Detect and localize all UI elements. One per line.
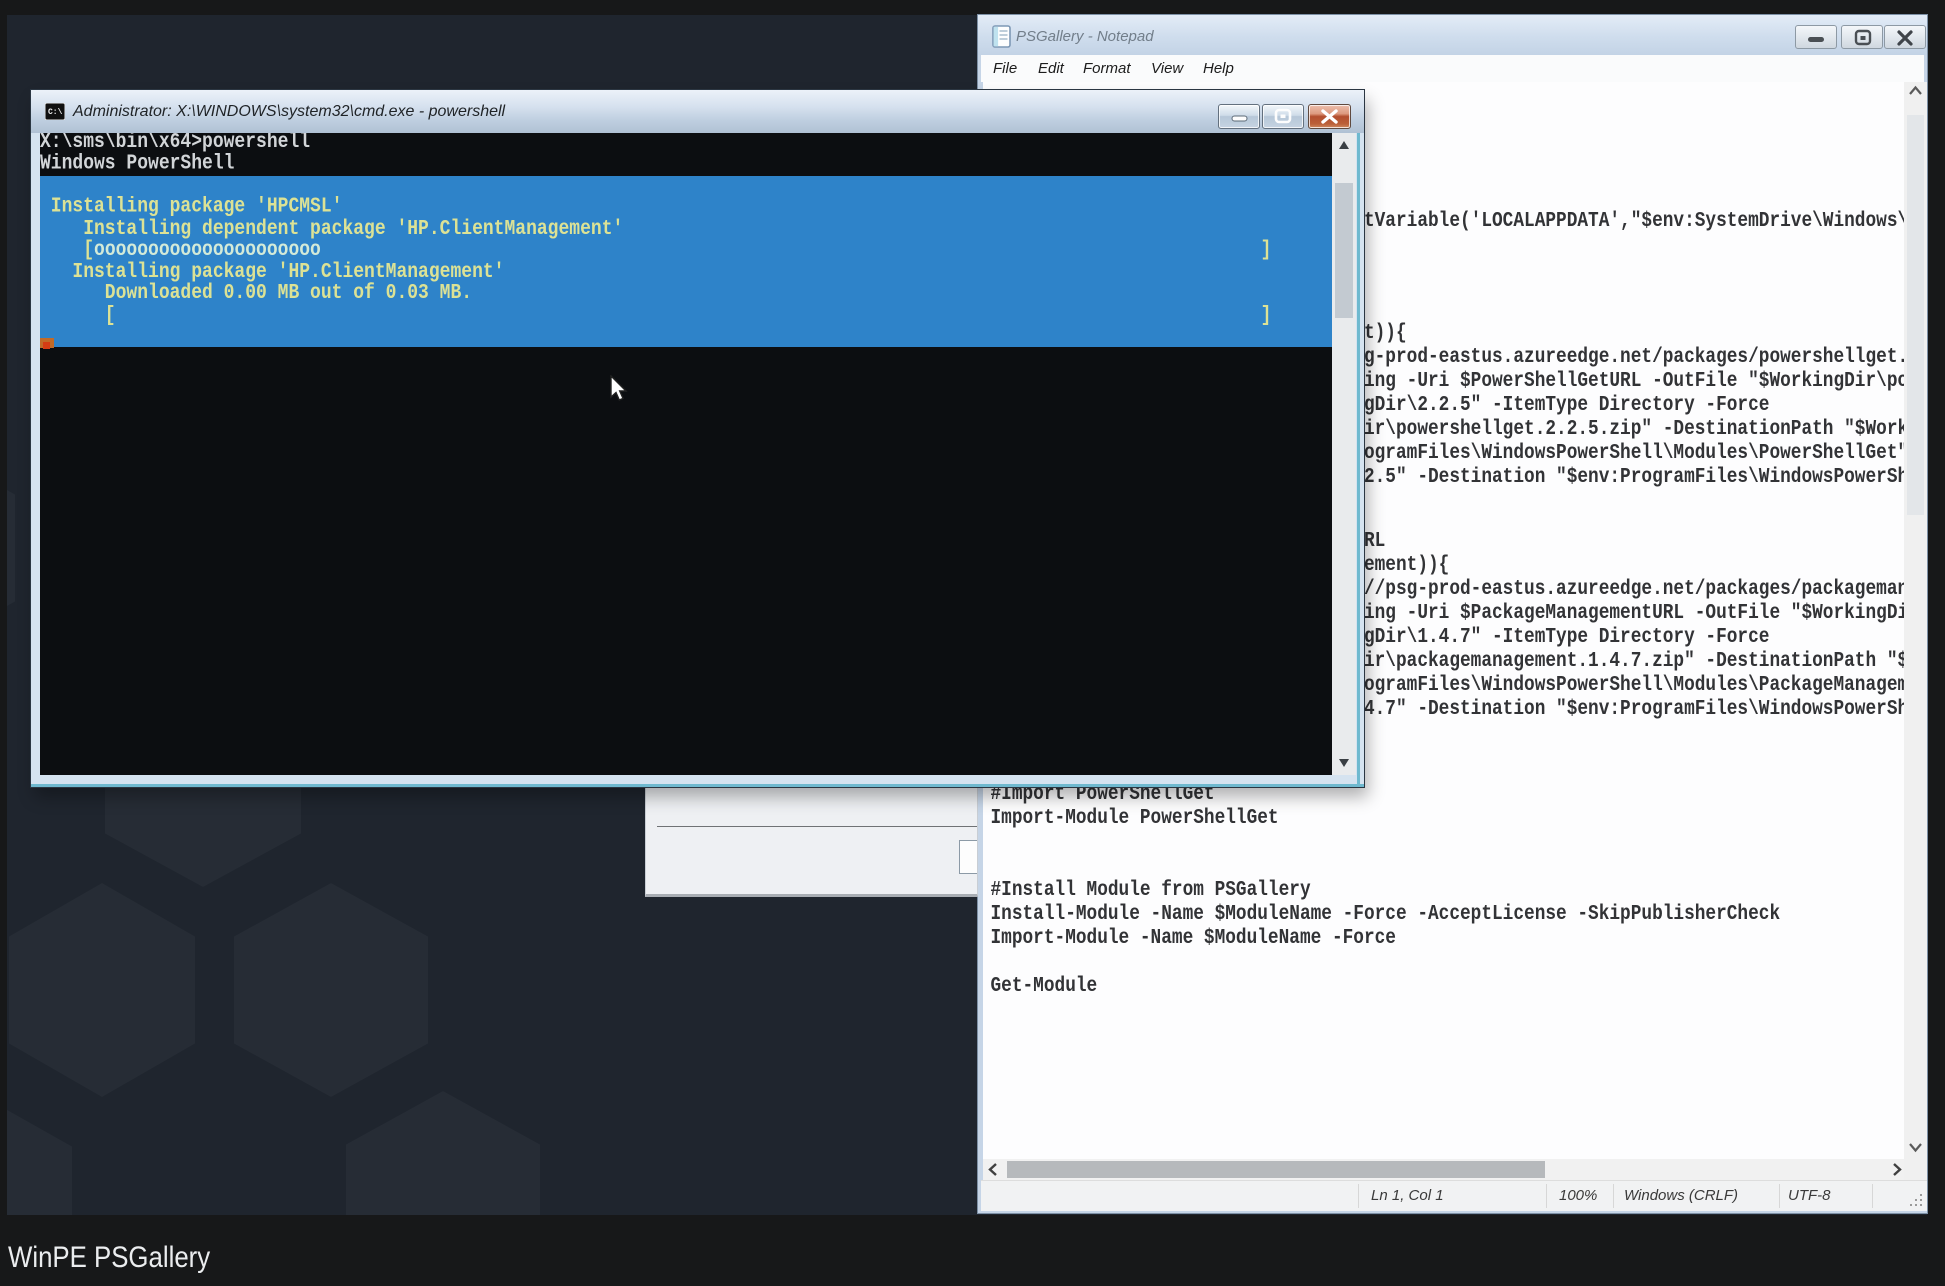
svg-text:C:\: C:\ bbox=[48, 108, 63, 117]
